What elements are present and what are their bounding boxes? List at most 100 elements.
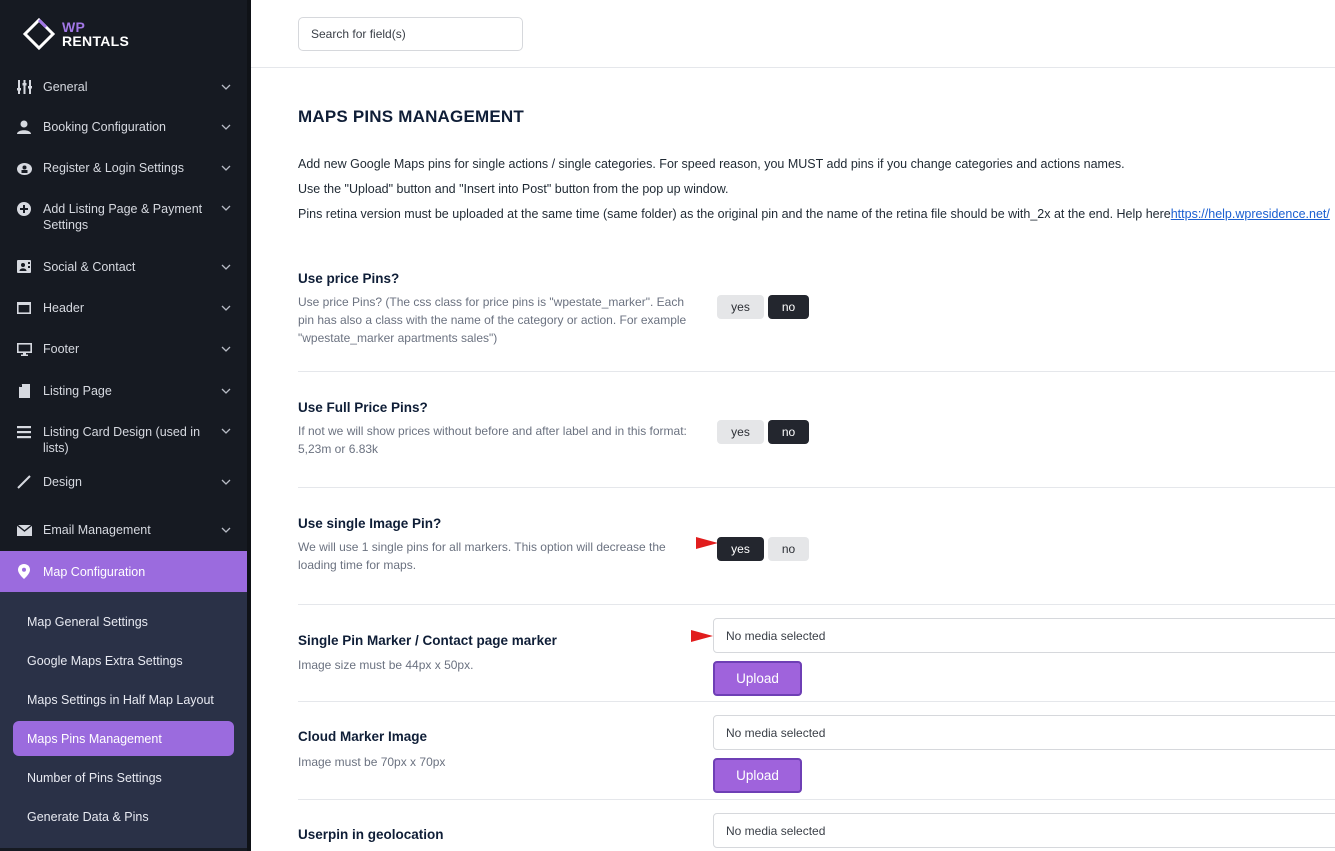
sidebar-item-email[interactable]: Email Management — [0, 509, 247, 551]
setting-title: Use single Image Pin? — [298, 516, 442, 531]
single-image-pin-toggle: yes no — [717, 537, 809, 561]
setting-title: Use Full Price Pins? — [298, 400, 428, 415]
description-line-3-text: Pins retina version must be uploaded at … — [298, 207, 1171, 221]
setting-row-single-image-pin: Use single Image Pin? We will use 1 sing… — [298, 488, 1335, 605]
setting-row-cloud-marker: Cloud Marker Image Image must be 70px x … — [298, 702, 1335, 800]
sidebar-item-footer[interactable]: Footer — [0, 328, 247, 370]
monitor-icon — [16, 341, 32, 357]
main-content: MAPS PINS MANAGEMENT Add new Google Maps… — [251, 0, 1335, 851]
sidebar-item-label: Header — [43, 300, 84, 315]
list-icon — [16, 424, 32, 440]
sidebar-item-add-listing[interactable]: Add Listing Page & Payment Settings — [0, 188, 247, 246]
yes-option[interactable]: yes — [717, 537, 764, 561]
sidebar-item-label: Social & Contact — [43, 259, 136, 274]
brand-line1: WP — [62, 19, 86, 35]
submenu-item-map-general[interactable]: Map General Settings — [13, 604, 234, 639]
media-field[interactable]: No media selected — [713, 715, 1335, 750]
sidebar-item-listing-page[interactable]: Listing Page — [0, 370, 247, 411]
plus-circle-icon — [16, 201, 32, 217]
chevron-down-icon — [221, 124, 231, 130]
sidebar-item-listing-card[interactable]: Listing Card Design (used in lists) — [0, 411, 247, 469]
setting-row-full-price-pins: Use Full Price Pins? If not we will show… — [298, 372, 1335, 488]
document-icon — [16, 383, 32, 399]
sidebar-nav: General Booking Configuration Register &… — [0, 68, 247, 592]
sidebar-item-label: Listing Card Design (used in lists) — [43, 425, 201, 455]
submenu-item-generate-data-pins[interactable]: Generate Data & Pins — [13, 799, 234, 834]
submenu-item-half-map-layout[interactable]: Maps Settings in Half Map Layout — [13, 682, 234, 717]
sidebar-item-register-login[interactable]: Register & Login Settings — [0, 148, 247, 188]
sidebar-item-general[interactable]: General — [0, 68, 247, 106]
description-line-1: Add new Google Maps pins for single acti… — [298, 157, 1125, 171]
upload-button[interactable]: Upload — [713, 661, 802, 696]
sidebar-item-social-contact[interactable]: Social & Contact — [0, 246, 247, 287]
header-icon — [16, 300, 32, 316]
map-configuration-submenu: Map General Settings Google Maps Extra S… — [0, 592, 247, 848]
chevron-down-icon — [221, 388, 231, 394]
help-link[interactable]: https://help.wpresidence.net/ — [1171, 207, 1330, 221]
chevron-down-icon — [221, 527, 231, 533]
chevron-down-icon — [221, 428, 231, 434]
sidebar-item-label: Footer — [43, 342, 80, 356]
chevron-down-icon — [221, 479, 231, 485]
chevron-down-icon — [221, 205, 231, 211]
annotation-arrow — [691, 630, 713, 642]
chevron-down-icon — [221, 346, 231, 352]
submenu-item-number-of-pins[interactable]: Number of Pins Settings — [13, 760, 234, 795]
setting-description: If not we will show prices without befor… — [298, 424, 687, 456]
chevron-down-icon — [221, 264, 231, 270]
submenu-item-google-maps-extra[interactable]: Google Maps Extra Settings — [13, 643, 234, 678]
brand-line2: RENTALS — [62, 33, 130, 49]
full-price-pins-toggle: yes no — [717, 420, 809, 444]
map-pin-icon — [16, 564, 32, 580]
page-description: Add new Google Maps pins for single acti… — [298, 152, 1335, 227]
submenu-item-maps-pins-management[interactable]: Maps Pins Management — [13, 721, 234, 756]
sliders-icon — [16, 79, 32, 95]
no-option[interactable]: no — [768, 537, 809, 561]
logo-diamond-icon — [22, 17, 56, 51]
sidebar-item-header[interactable]: Header — [0, 287, 247, 328]
no-option[interactable]: no — [768, 420, 809, 444]
description-line-2: Use the "Upload" button and "Insert into… — [298, 182, 729, 196]
upload-button[interactable]: Upload — [713, 758, 802, 793]
no-option[interactable]: no — [768, 295, 809, 319]
sidebar-item-label: Booking Configuration — [43, 120, 166, 134]
sidebar-item-booking[interactable]: Booking Configuration — [0, 106, 247, 148]
description-line-3: Pins retina version must be uploaded at … — [298, 202, 1335, 227]
sidebar-item-label: Add Listing Page & Payment Settings — [43, 202, 203, 232]
sidebar-item-label: Email Management — [43, 523, 151, 537]
login-icon — [16, 160, 32, 176]
sidebar-item-map-configuration[interactable]: Map Configuration — [0, 551, 247, 592]
media-field[interactable]: No media selected — [713, 618, 1335, 653]
setting-row-price-pins: Use price Pins? Use price Pins? (The css… — [298, 257, 1335, 372]
sidebar-item-label: Listing Page — [43, 383, 112, 398]
chevron-down-icon — [221, 84, 231, 90]
sidebar-item-label: Design — [43, 475, 82, 489]
brand-logo[interactable]: WP RENTALS — [0, 0, 247, 68]
page-title: MAPS PINS MANAGEMENT — [298, 107, 524, 126]
sidebar-item-design[interactable]: Design — [0, 469, 247, 495]
yes-option[interactable]: yes — [717, 295, 764, 319]
brush-icon — [16, 474, 32, 490]
sidebar-item-label: Register & Login Settings — [43, 161, 185, 175]
sidebar-item-label: General — [43, 80, 88, 94]
envelope-icon — [16, 522, 32, 538]
media-field[interactable]: No media selected — [713, 813, 1335, 848]
price-pins-toggle: yes no — [717, 295, 809, 319]
setting-description: Use price Pins? (The css class for price… — [298, 295, 687, 345]
search-input[interactable] — [298, 17, 523, 51]
sidebar: WP RENTALS General Booking Configuration… — [0, 0, 251, 851]
setting-description: Image must be 70px x 70px — [298, 755, 446, 769]
setting-title: Use price Pins? — [298, 271, 400, 286]
sidebar-item-label: Map Configuration — [43, 564, 146, 579]
yes-option[interactable]: yes — [717, 420, 764, 444]
chevron-down-icon — [221, 165, 231, 171]
chevron-down-icon — [221, 305, 231, 311]
setting-description: We will use 1 single pins for all marker… — [298, 540, 666, 572]
setting-description: Image size must be 44px x 50px. — [298, 658, 474, 672]
annotation-arrow — [696, 537, 718, 549]
top-bar — [251, 0, 1335, 68]
user-icon — [16, 119, 32, 135]
contact-card-icon — [16, 259, 32, 275]
setting-row-single-pin-marker: Single Pin Marker / Contact page marker … — [298, 605, 1335, 702]
setting-row-userpin: Userpin in geolocation No media selected — [298, 800, 1335, 851]
